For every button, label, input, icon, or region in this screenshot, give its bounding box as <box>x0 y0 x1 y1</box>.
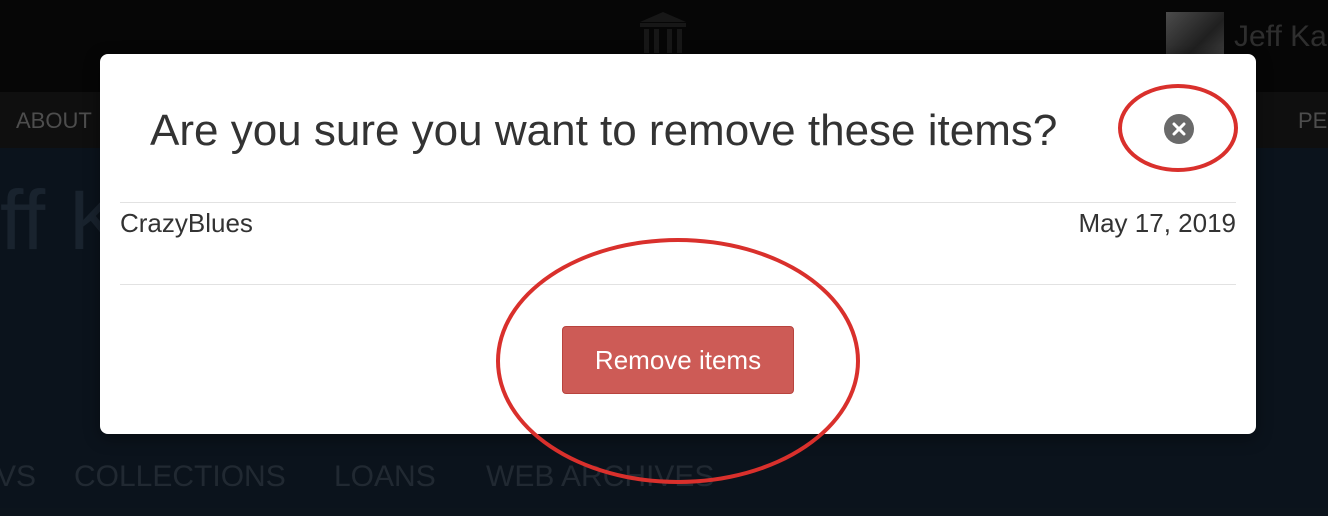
list-item: CrazyBlues May 17, 2019 <box>120 208 1236 240</box>
remove-items-button[interactable]: Remove items <box>562 326 794 394</box>
close-button[interactable] <box>1164 114 1194 144</box>
dialog-title: Are you sure you want to remove these it… <box>150 106 1058 155</box>
confirm-remove-dialog: Are you sure you want to remove these it… <box>100 54 1256 434</box>
divider <box>120 202 1236 203</box>
close-circle-icon <box>1172 122 1186 136</box>
divider <box>120 284 1236 285</box>
item-date: May 17, 2019 <box>1078 208 1236 238</box>
item-name: CrazyBlues <box>120 208 253 238</box>
